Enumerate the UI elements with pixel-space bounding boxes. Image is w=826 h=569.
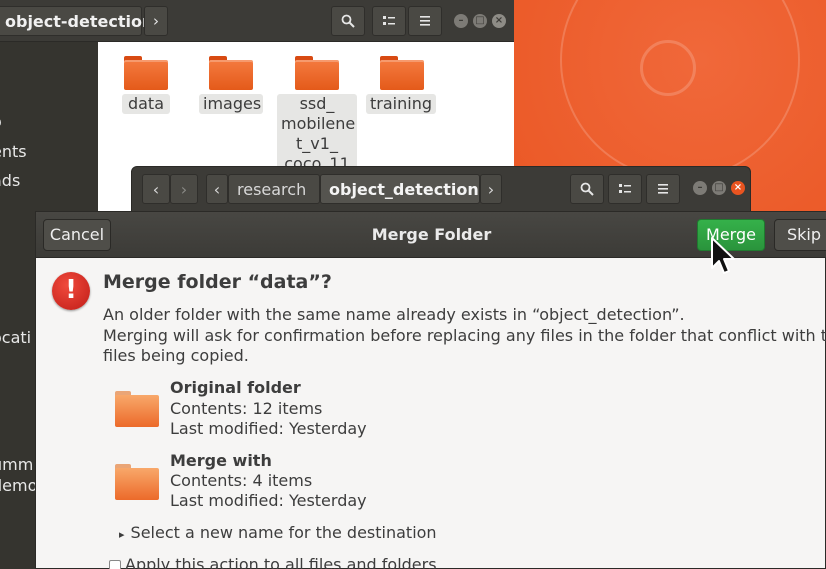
sidebar-item[interactable]: ents: [0, 142, 27, 161]
menu-button[interactable]: [646, 174, 680, 204]
breadcrumb-scroll-right[interactable]: ›: [480, 174, 502, 204]
folder-label: data: [122, 94, 170, 114]
view-list-icon: [619, 184, 631, 193]
maximize-icon: □: [714, 182, 724, 193]
breadcrumb-object-detection[interactable]: object_detection: [320, 174, 480, 204]
breadcrumb-label: research: [237, 180, 307, 199]
view-toggle-button[interactable]: [372, 6, 406, 36]
folder-label-line: mobilene: [281, 114, 356, 133]
folder-label-line: t_v1_: [296, 134, 338, 153]
window-header: object-detection › – □ ×: [0, 0, 514, 42]
view-list-icon: [383, 16, 395, 25]
original-folder-modified: Last modified: Yesterday: [170, 419, 367, 438]
folder-icon: [295, 56, 339, 90]
menu-button[interactable]: [408, 6, 442, 36]
chevron-right-icon: ›: [153, 12, 159, 30]
warning-icon: !: [52, 272, 90, 310]
minimize-button[interactable]: –: [693, 181, 707, 195]
apply-all-checkbox-row[interactable]: Apply this action to all files and folde…: [109, 555, 437, 569]
hamburger-menu-icon: [658, 184, 668, 194]
path-button-object-detection[interactable]: object-detection: [0, 6, 153, 36]
dialog-message-line: files being copied.: [103, 346, 249, 365]
folder-icon: [124, 56, 168, 90]
sidebar-item[interactable]: ocati: [0, 328, 31, 347]
search-button[interactable]: [570, 174, 604, 204]
dialog-message-line: An older folder with the same name alrea…: [103, 305, 685, 324]
cancel-button-label: Cancel: [49, 225, 105, 244]
folder-label-line: ssd_: [299, 94, 335, 113]
wallpaper-circle: [560, 0, 800, 180]
folder-icon: [115, 391, 159, 427]
sidebar-item[interactable]: ads: [0, 171, 20, 190]
close-button[interactable]: ×: [492, 14, 506, 28]
sidebar-item[interactable]: demo: [0, 476, 37, 495]
chevron-right-icon: ›: [487, 180, 495, 199]
merge-with-modified: Last modified: Yesterday: [170, 491, 367, 510]
original-folder-contents: Contents: 12 items: [170, 399, 323, 418]
minimize-button[interactable]: –: [454, 14, 468, 28]
dialog-message-line: Merging will ask for confirmation before…: [103, 326, 826, 345]
chevron-left-icon: ‹: [152, 180, 160, 199]
dialog-heading: Merge folder “data”?: [103, 271, 332, 293]
minimize-icon: –: [697, 182, 703, 193]
apply-all-label: Apply this action to all files and folde…: [125, 555, 437, 569]
maximize-button[interactable]: □: [712, 181, 726, 195]
back-button[interactable]: ‹: [142, 174, 170, 204]
sidebar-item-label: ocati: [0, 328, 32, 347]
close-button[interactable]: ×: [731, 181, 745, 195]
view-toggle-button[interactable]: [608, 174, 642, 204]
chevron-left-icon: ‹: [213, 180, 221, 199]
maximize-icon: □: [475, 15, 485, 26]
breadcrumb-research[interactable]: research: [228, 174, 320, 204]
breadcrumb-label: object_detection: [329, 180, 479, 199]
merge-with-contents: Contents: 4 items: [170, 471, 313, 490]
path-label: object-detection: [5, 12, 154, 31]
sidebar-item-label: umm: [0, 455, 34, 474]
sidebar-item[interactable]: o: [0, 112, 2, 131]
skip-button[interactable]: Skip: [774, 219, 826, 251]
maximize-button[interactable]: □: [473, 14, 487, 28]
rename-expander[interactable]: ▸ Select a new name for the destination: [119, 523, 437, 542]
minimize-icon: –: [458, 15, 464, 26]
mouse-pointer-icon: [711, 237, 735, 274]
merge-with-title: Merge with: [170, 451, 272, 470]
merge-folder-dialog: Merge Folder Cancel Merge Skip ! Merge f…: [35, 211, 826, 569]
folder-icon: [209, 56, 253, 90]
folder-label: training: [366, 94, 436, 114]
folder-label: ssd_ mobilene t_v1_ coco_11: [277, 94, 357, 170]
sidebar-item-label: demo: [0, 476, 38, 495]
folder-icon: [115, 464, 159, 500]
dialog-header: Merge Folder Cancel Merge Skip: [36, 212, 826, 258]
folder-icon: [380, 56, 424, 90]
search-icon: [341, 14, 355, 28]
close-icon: ×: [733, 182, 743, 193]
expander-label: Select a new name for the destination: [130, 523, 437, 542]
sidebar-item-label: ents: [0, 142, 27, 161]
search-button[interactable]: [331, 6, 365, 36]
skip-button-label: Skip: [786, 225, 822, 244]
expander-arrow-icon: ▸: [119, 528, 125, 541]
sidebar-item-label: ads: [0, 171, 21, 190]
hamburger-menu-icon: [420, 16, 430, 26]
original-folder-title: Original folder: [170, 378, 301, 397]
search-icon: [580, 182, 594, 196]
folder-label: images: [199, 94, 263, 114]
breadcrumb-scroll-left[interactable]: ‹: [206, 174, 228, 204]
sidebar-item[interactable]: umm: [0, 455, 33, 474]
chevron-right-icon: ›: [180, 180, 188, 199]
apply-all-checkbox[interactable]: [109, 559, 121, 569]
close-icon: ×: [494, 15, 504, 26]
sidebar-item-label: o: [0, 112, 2, 131]
forward-button[interactable]: ›: [170, 174, 198, 204]
path-forward-button[interactable]: ›: [144, 6, 168, 36]
cancel-button[interactable]: Cancel: [43, 219, 111, 251]
